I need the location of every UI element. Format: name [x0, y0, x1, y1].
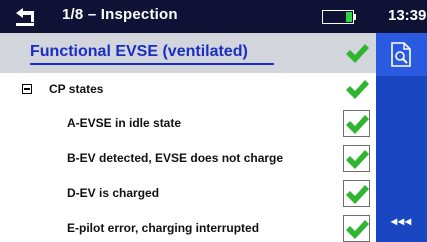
list-item[interactable]: B-EV detected, EVSE does not charge: [0, 141, 376, 175]
item-label: E-pilot error, charging interrupted: [67, 221, 260, 235]
side-toolbar: ◂◂◂: [376, 33, 427, 242]
list-item[interactable]: E-pilot error, charging interrupted: [0, 211, 376, 242]
item-label: D-EV is charged: [67, 186, 160, 200]
group-row-cp-states[interactable]: CP states: [0, 73, 376, 105]
collapse-icon[interactable]: [22, 84, 32, 94]
check-icon: [346, 220, 369, 239]
item-label: A-EVSE in idle state: [67, 116, 182, 130]
pass-check-icon: [346, 80, 369, 99]
item-checkbox[interactable]: [343, 180, 370, 207]
check-icon: [346, 150, 369, 169]
pass-check-icon: [346, 44, 369, 63]
list-item[interactable]: A-EVSE in idle state: [0, 106, 376, 140]
more-arrows-icon: ◂◂◂: [390, 214, 413, 228]
inspection-title: Functional EVSE (ventilated): [30, 43, 248, 60]
battery-icon: [322, 10, 356, 24]
top-bar: 1/8 – Inspection 13:39: [0, 0, 427, 33]
item-label: B-EV detected, EVSE does not charge: [67, 151, 284, 165]
document-search-icon: [391, 42, 411, 67]
inspection-panel: Functional EVSE (ventilated) CP states A…: [0, 33, 376, 242]
page-title: 1/8 – Inspection: [62, 6, 178, 23]
item-checkbox[interactable]: [343, 110, 370, 137]
inspection-header-row[interactable]: Functional EVSE (ventilated): [0, 33, 376, 73]
list-item[interactable]: D-EV is charged: [0, 176, 376, 210]
title-underline: [30, 63, 274, 65]
check-icon: [346, 115, 369, 134]
item-checkbox[interactable]: [343, 145, 370, 172]
more-options-button[interactable]: ◂◂◂: [376, 200, 427, 242]
check-icon: [346, 185, 369, 204]
clock-time: 13:39: [388, 7, 427, 24]
return-arrow-icon[interactable]: [13, 5, 39, 27]
group-label: CP states: [49, 82, 104, 96]
item-checkbox[interactable]: [343, 215, 370, 242]
report-button[interactable]: [376, 33, 427, 76]
